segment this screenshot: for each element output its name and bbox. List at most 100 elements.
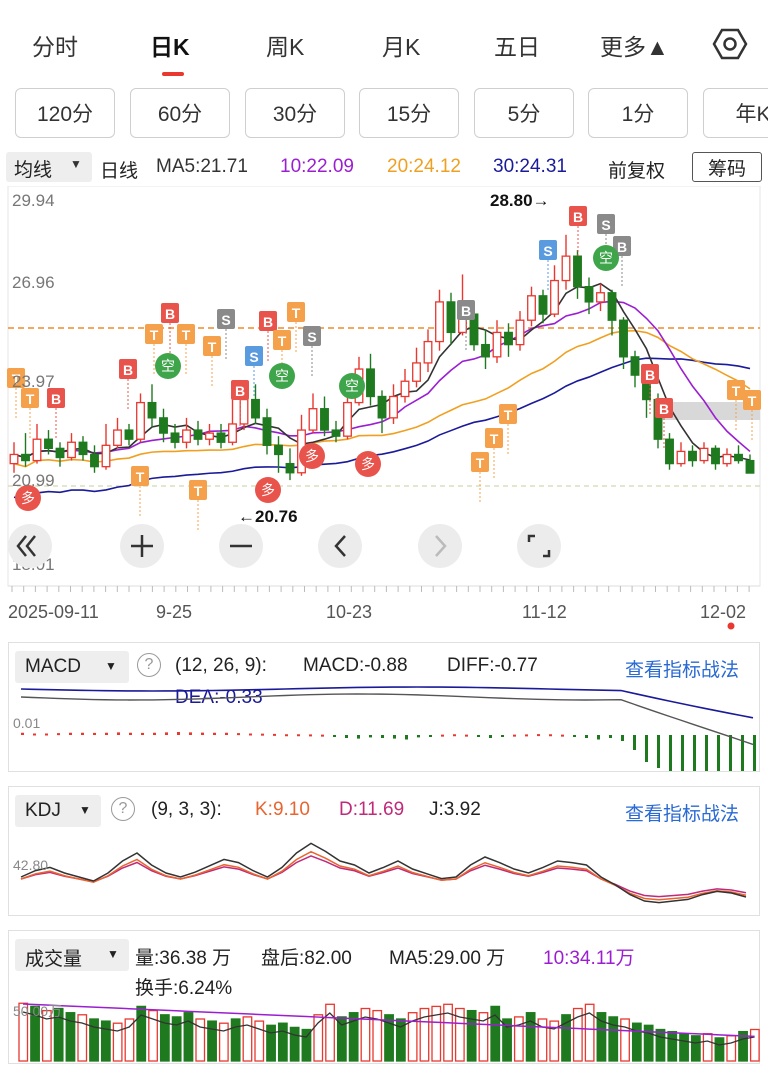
kdj-k: K:9.10: [255, 799, 310, 820]
adjust-mode[interactable]: 前复权: [608, 156, 665, 183]
candle-body: [722, 453, 732, 465]
candle-body: [101, 444, 111, 468]
macd-strategy-link[interactable]: 查看指标战法: [625, 655, 739, 682]
macd-selector[interactable]: MACD ▼: [15, 651, 129, 683]
sell-signal-label: S: [543, 243, 552, 259]
macd-histogram-bar: [93, 732, 96, 735]
macd-histogram-bar: [333, 735, 336, 737]
volume-bar: [266, 1024, 276, 1062]
volume-selector[interactable]: 成交量 ▼: [15, 939, 129, 971]
after-hours-value: 盘后:82.00: [261, 948, 352, 969]
volume-bar: [690, 1035, 701, 1062]
help-icon[interactable]: ?: [137, 653, 161, 677]
volume-bar: [301, 1028, 312, 1062]
buy-signal-label: B: [123, 362, 133, 378]
buy-signal-label: B: [263, 314, 273, 330]
short-signal-label: 空: [599, 250, 613, 266]
chip-yearly-k[interactable]: 年K: [703, 88, 768, 138]
tab-daily-k[interactable]: 日K: [150, 28, 190, 62]
candle-body: [67, 441, 76, 459]
macd-histogram-bar: [597, 735, 600, 740]
candle-body: [423, 340, 433, 364]
scroll-left-button[interactable]: [318, 524, 362, 568]
volume-bar: [230, 1018, 241, 1062]
ma-selector[interactable]: 均线 ▼: [6, 152, 92, 182]
candle-body: [182, 429, 191, 443]
macd-histogram-bar: [609, 735, 612, 738]
buy-signal-label: B: [235, 383, 245, 399]
candle-body: [113, 429, 122, 446]
volume-bar: [218, 1022, 229, 1062]
kdj-chart: [20, 842, 747, 904]
buy-signal-label: B: [165, 306, 175, 322]
macd-histogram-bar: [285, 734, 288, 737]
ma20-value: 20:24.12: [387, 156, 461, 177]
macd-histogram-bar: [753, 735, 756, 771]
candle-body: [665, 438, 674, 465]
fullscreen-button[interactable]: [517, 524, 561, 568]
candle-body: [124, 429, 134, 440]
volume-ma10: 10:34.11万: [543, 948, 635, 969]
candle-body: [170, 432, 180, 443]
candle-body: [32, 438, 42, 462]
volume-bar: [124, 1018, 135, 1062]
tab-weekly-k[interactable]: 周K: [266, 28, 304, 62]
volume-bar: [667, 1030, 678, 1062]
macd-histogram-bar: [297, 734, 300, 737]
take-profit-signal-label: T: [208, 339, 217, 355]
macd-histogram-bar: [381, 735, 384, 738]
help-icon[interactable]: ?: [111, 797, 135, 821]
macd-histogram-bar: [585, 735, 588, 738]
chip-120min[interactable]: 120分: [15, 88, 115, 138]
chips-button[interactable]: 筹码: [692, 152, 762, 182]
macd-histogram-bar: [33, 733, 36, 736]
zoom-out-button[interactable]: [219, 524, 263, 568]
candle-body: [343, 401, 352, 437]
chip-5min[interactable]: 5分: [474, 88, 574, 138]
ma10-value: 10:22.09: [280, 156, 354, 177]
volume-bar: [525, 1012, 536, 1062]
volume-bar: [183, 1012, 194, 1062]
macd-histogram-bar: [81, 732, 84, 735]
scroll-right-button[interactable]: [418, 524, 462, 568]
candle-body: [228, 423, 237, 443]
chip-15min[interactable]: 15分: [359, 88, 459, 138]
chip-30min[interactable]: 30分: [245, 88, 345, 138]
macd-histogram-bar: [429, 735, 432, 737]
tab-intraday[interactable]: 分时: [32, 28, 78, 62]
macd-histogram-bar: [621, 735, 624, 741]
candle-body: [377, 395, 387, 419]
candle-body: [147, 401, 157, 419]
dropdown-arrow-icon: ▼: [107, 947, 119, 961]
tab-five-day[interactable]: 五日: [494, 28, 540, 62]
candle-body: [262, 417, 272, 446]
tab-monthly-k[interactable]: 月K: [382, 28, 420, 62]
kdj-strategy-link[interactable]: 查看指标战法: [625, 799, 739, 826]
take-profit-signal-label: T: [150, 327, 159, 343]
long-signal-label: 多: [21, 490, 35, 506]
settings-icon[interactable]: [712, 26, 748, 62]
rewind-button[interactable]: [8, 524, 52, 568]
macd-histogram-bar: [69, 732, 72, 735]
sell-signal-label: S: [249, 349, 258, 365]
macd-histogram-bar: [477, 735, 480, 737]
macd-histogram-bar: [501, 735, 504, 737]
chip-1min[interactable]: 1分: [588, 88, 688, 138]
volume-bar: [112, 1022, 123, 1062]
take-profit-signal-label: T: [182, 327, 191, 343]
macd-histogram-bar: [465, 734, 468, 737]
volume-chart: [18, 1002, 760, 1062]
chip-60min[interactable]: 60分: [130, 88, 230, 138]
volume-bar: [596, 1012, 607, 1062]
zoom-in-button[interactable]: [120, 524, 164, 568]
buy-signal-label: B: [461, 303, 471, 319]
candle-body: [527, 295, 536, 321]
candle-body: [711, 447, 720, 465]
candle-body: [308, 408, 318, 431]
candle-body: [561, 255, 571, 282]
tab-more[interactable]: 更多▲: [600, 28, 669, 62]
volume-bar: [277, 1022, 288, 1062]
volume-bar: [726, 1035, 737, 1062]
y-axis-label: 29.94: [12, 191, 55, 210]
ma-kind: 日线: [100, 161, 139, 182]
